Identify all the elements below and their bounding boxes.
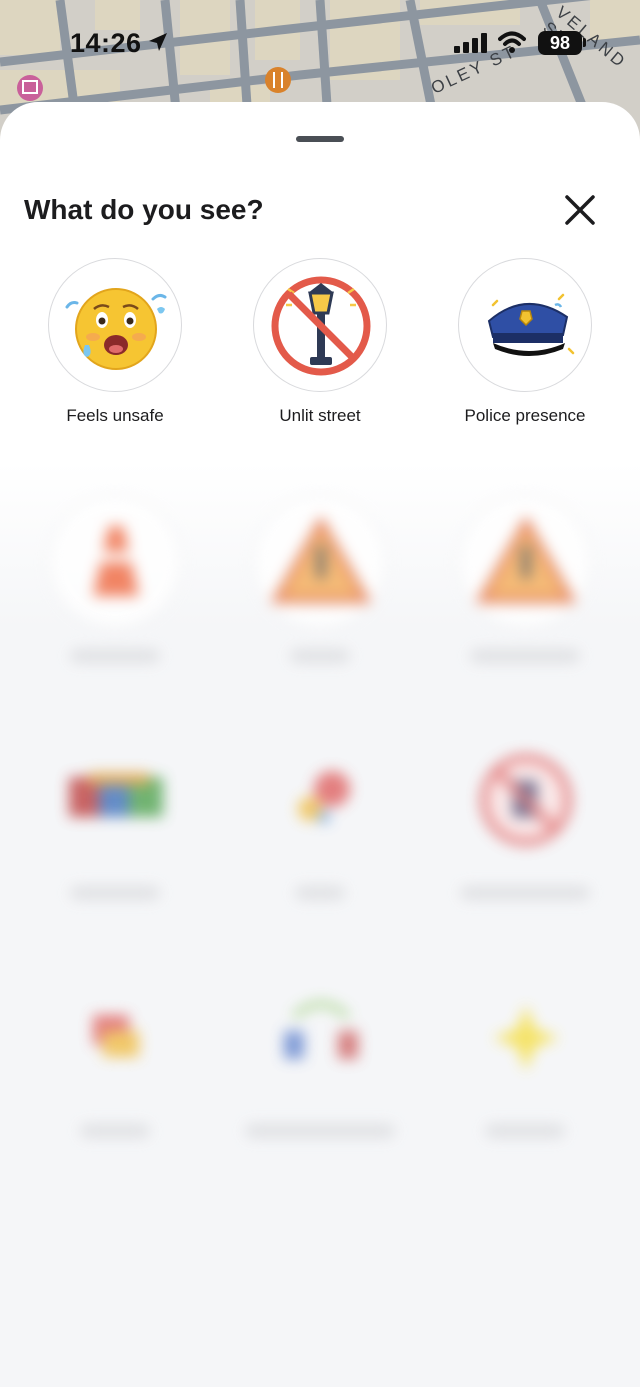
battery-tip (583, 38, 586, 47)
warning-sign-icon (475, 515, 577, 603)
option-label-placeholder (290, 649, 350, 663)
option-feels-unsafe[interactable]: Feels unsafe (30, 258, 200, 426)
option-label-placeholder (470, 649, 580, 663)
flag-icon (69, 773, 163, 817)
option-icon-circle (253, 495, 387, 629)
traffic-cone-icon (93, 526, 139, 596)
option-icon-circle (458, 258, 592, 392)
option-icon-circle (253, 970, 387, 1104)
option-icon-circle (48, 495, 182, 629)
prohibited-icon (480, 754, 572, 846)
option-unlit-street[interactable]: Unlit street (235, 258, 405, 426)
no-streetlight-icon (271, 276, 371, 376)
party-icon (298, 771, 350, 823)
option-label-placeholder (80, 1124, 150, 1138)
status-time: 14:26 (70, 28, 142, 58)
crowd-icon (284, 1001, 358, 1059)
sheet-grabber[interactable] (296, 136, 344, 142)
battery-indicator: 98 (538, 31, 582, 55)
option-label: Unlit street (279, 406, 361, 425)
option-icon-circle (458, 970, 592, 1104)
option-icon-circle (48, 258, 182, 392)
option-label-placeholder (460, 886, 590, 900)
option-icon-circle (48, 970, 182, 1104)
option-label-placeholder (295, 886, 345, 900)
option-blurred (440, 732, 610, 900)
option-label-placeholder (70, 886, 160, 900)
police-cap-icon (487, 293, 575, 356)
report-sheet: What do you see? Feels unsafe Unlit stre… (0, 102, 640, 1387)
wifi-icon (498, 31, 526, 53)
close-icon[interactable] (560, 190, 600, 230)
option-blurred (30, 495, 200, 663)
option-label-placeholder (485, 1124, 565, 1138)
option-blurred (440, 495, 610, 663)
sparkle-icon (493, 1005, 559, 1071)
option-icon-circle (458, 495, 592, 629)
warning-sign-icon (270, 515, 372, 603)
option-blurred (235, 495, 405, 663)
option-blurred (30, 970, 200, 1138)
option-blurred (30, 732, 200, 900)
option-police-presence[interactable]: Police presence (440, 258, 610, 426)
option-label-placeholder (70, 649, 160, 663)
option-icon-circle (253, 258, 387, 392)
option-icon-circle (458, 732, 592, 866)
option-blurred (235, 970, 405, 1138)
option-icon-circle (253, 732, 387, 866)
option-label: Police presence (464, 406, 586, 425)
location-arrow-icon (149, 33, 167, 51)
option-icon-circle (48, 732, 182, 866)
car-icon (93, 1015, 139, 1057)
option-label: Feels unsafe (66, 406, 164, 425)
sheet-title: What do you see? (24, 194, 264, 225)
scared-face-icon (65, 288, 167, 370)
cellular-signal-icon (454, 33, 487, 53)
option-label-placeholder (245, 1124, 395, 1138)
option-blurred (440, 970, 610, 1138)
option-blurred (235, 732, 405, 900)
status-bar: 14:26 98 (0, 0, 640, 90)
